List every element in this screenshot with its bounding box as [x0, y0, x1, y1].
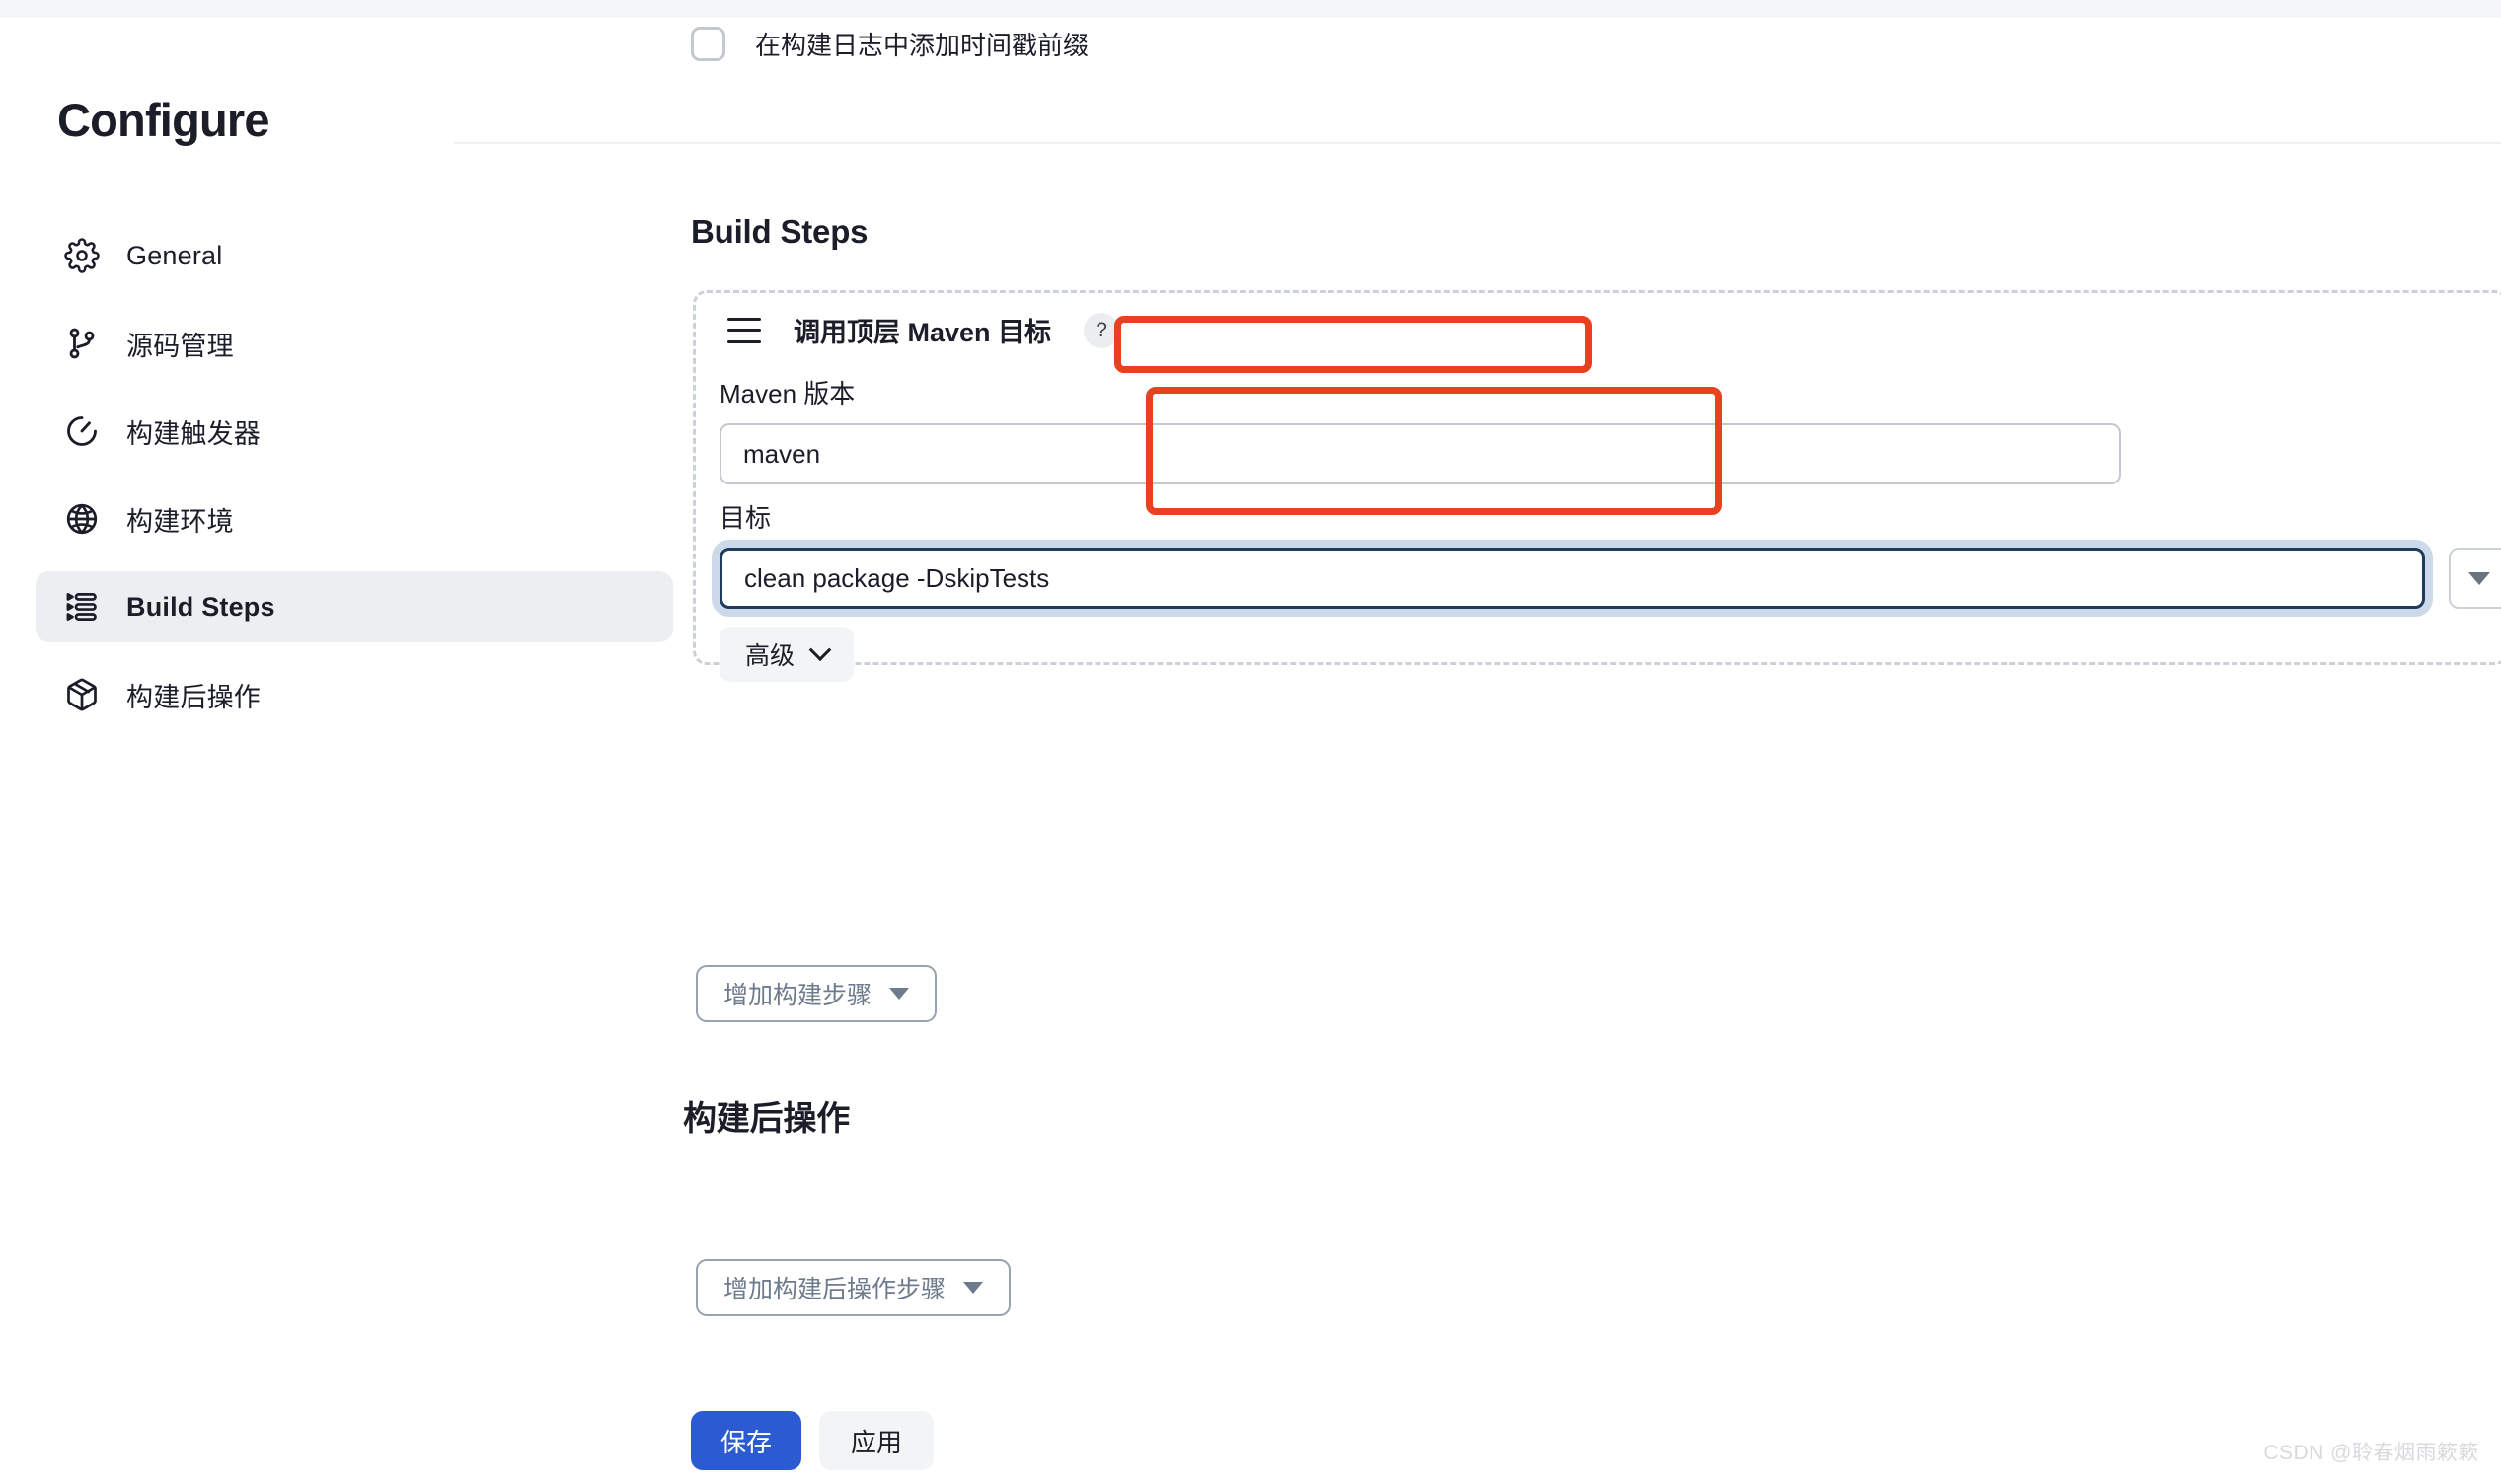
post-build-heading: 构建后操作 — [683, 1100, 850, 1138]
sidebar-item-label: 构建环境 — [126, 506, 234, 537]
sidebar-item-build-triggers[interactable]: 构建触发器 — [36, 396, 673, 467]
advanced-button[interactable]: 高级 — [720, 627, 855, 682]
sidebar-nav: General 源码管理 构建触发器 构建环境 Build Steps 构建后操… — [36, 220, 673, 747]
build-steps-heading: Build Steps — [691, 213, 869, 250]
sidebar-item-build-environment[interactable]: 构建环境 — [36, 483, 673, 555]
sidebar-item-build-steps[interactable]: Build Steps — [36, 571, 673, 642]
goals-label: 目标 — [720, 503, 772, 533]
sidebar-item-label: Build Steps — [126, 591, 275, 622]
goals-dropdown-button[interactable] — [2449, 548, 2501, 609]
watermark: CSDN @聆春烟雨簌簌 — [2263, 1442, 2479, 1464]
git-branch-icon — [63, 325, 101, 362]
build-step-header: 调用顶层 Maven 目标 ? — [727, 311, 1120, 349]
sidebar-item-post-build-actions[interactable]: 构建后操作 — [36, 659, 673, 730]
maven-version-input[interactable] — [720, 423, 2121, 484]
goals-input[interactable] — [720, 548, 2425, 609]
timestamp-checkbox-row[interactable]: 在构建日志中添加时间戳前缀 — [691, 26, 1089, 62]
configure-page: Configure General 源码管理 构建触发器 构建环境 Build … — [0, 0, 2501, 1484]
caret-down-icon — [889, 988, 910, 1000]
page-top-strip — [0, 0, 2501, 18]
sidebar-item-label: General — [126, 240, 223, 270]
sidebar-item-label: 构建触发器 — [126, 418, 261, 449]
build-step-title: 调用顶层 Maven 目标 — [794, 318, 1052, 347]
timestamp-checkbox[interactable] — [691, 27, 725, 61]
chevron-down-icon — [808, 638, 832, 662]
advanced-button-label: 高级 — [745, 642, 796, 670]
configure-sidebar: Configure General 源码管理 构建触发器 构建环境 Build … — [0, 18, 691, 1484]
add-build-step-button[interactable]: 增加构建步骤 — [696, 965, 938, 1022]
clock-icon — [63, 412, 101, 450]
maven-build-step-card: 调用顶层 Maven 目标 ? Maven 版本 目标 高级 — [693, 290, 2501, 682]
timestamp-checkbox-label: 在构建日志中添加时间戳前缀 — [755, 31, 1090, 60]
add-post-build-step-button[interactable]: 增加构建后操作步骤 — [696, 1259, 1012, 1316]
sidebar-item-general[interactable]: General — [36, 220, 673, 291]
sidebar-item-label: 构建后操作 — [126, 682, 261, 712]
maven-version-label: Maven 版本 — [720, 379, 856, 408]
add-post-build-step-label: 增加构建后操作步骤 — [723, 1276, 947, 1303]
globe-icon — [63, 500, 101, 538]
apply-button[interactable]: 应用 — [819, 1411, 934, 1470]
sidebar-item-label: 源码管理 — [126, 331, 234, 361]
package-icon — [63, 676, 101, 713]
sidebar-item-source-code-management[interactable]: 源码管理 — [36, 308, 673, 379]
page-title: Configure — [57, 94, 270, 146]
list-steps-icon — [63, 588, 101, 626]
drag-handle-icon[interactable] — [727, 317, 761, 343]
section-divider — [454, 142, 2501, 144]
caret-down-icon — [963, 1282, 984, 1294]
configure-main-panel: 在构建日志中添加时间戳前缀 Build Steps 调用顶层 Maven 目标 … — [454, 18, 2501, 1484]
save-button[interactable]: 保存 — [691, 1411, 801, 1470]
add-build-step-label: 增加构建步骤 — [723, 982, 872, 1009]
gear-icon — [63, 237, 101, 274]
caret-down-icon — [2468, 571, 2490, 585]
help-icon[interactable]: ? — [1084, 312, 1120, 348]
